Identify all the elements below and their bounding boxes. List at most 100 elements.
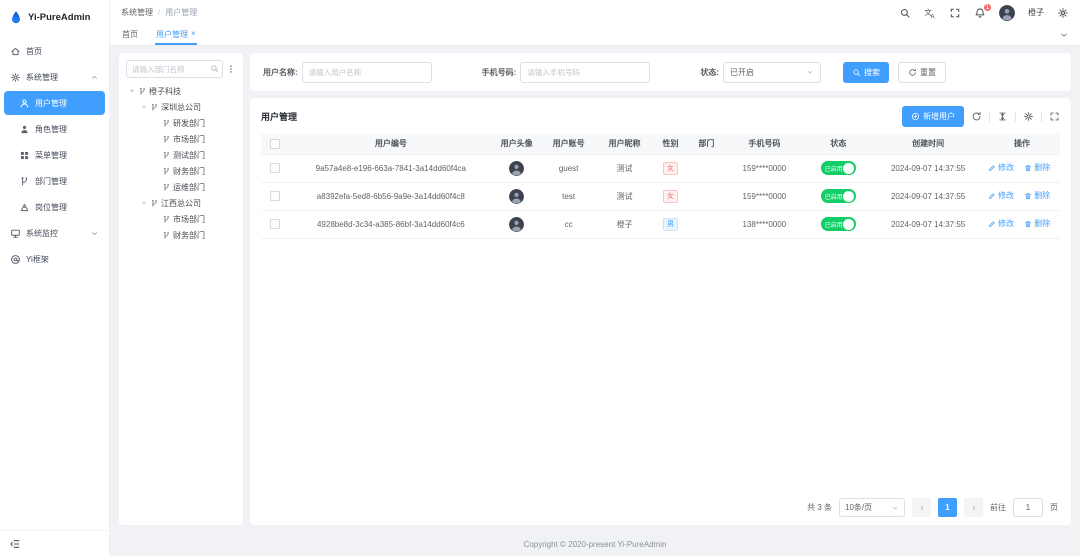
delete-button[interactable]: 删除 bbox=[1024, 218, 1050, 229]
app-logo[interactable]: Yi-PureAdmin bbox=[0, 0, 109, 34]
monitor-icon bbox=[10, 228, 21, 239]
sidebar-item[interactable]: 系统管理 bbox=[0, 65, 109, 89]
delete-button[interactable]: 删除 bbox=[1024, 162, 1050, 173]
edit-button[interactable]: 修改 bbox=[988, 218, 1014, 229]
sidebar-item[interactable]: 首页 bbox=[0, 39, 109, 63]
dept-tree-panel: 橙子科技 深圳总公司 研发部门 市场部门 测试部门 财务部门 bbox=[119, 53, 243, 525]
chevron-right-icon bbox=[970, 504, 978, 512]
prev-page-button[interactable] bbox=[912, 498, 931, 517]
column-header: 性别 bbox=[652, 134, 688, 154]
username-input[interactable] bbox=[302, 62, 432, 83]
tab[interactable]: 首页 bbox=[121, 25, 139, 45]
status-toggle[interactable]: 已启用 bbox=[821, 161, 856, 175]
phone-cell: 138****0000 bbox=[724, 210, 804, 238]
tab[interactable]: 用户管理 × bbox=[155, 25, 197, 45]
status-label: 状态: bbox=[700, 67, 719, 78]
status-toggle[interactable]: 已启用 bbox=[821, 217, 856, 231]
next-page-button[interactable] bbox=[964, 498, 983, 517]
chevron-up-icon bbox=[90, 73, 99, 82]
bell-icon[interactable]: 1 bbox=[974, 7, 986, 19]
filter-bar: 用户名称: 手机号码: 状态: 已开启 搜索 重置 bbox=[250, 53, 1071, 91]
page-size-select[interactable]: 10条/页 bbox=[839, 498, 905, 517]
tree-node[interactable]: 财务部门 bbox=[126, 163, 236, 179]
tree-node[interactable]: 测试部门 bbox=[126, 147, 236, 163]
table-row: 4928be8d-3c34-a385-86bf-3a14dd60f4c6 cc … bbox=[261, 210, 1060, 238]
dept-cell bbox=[688, 210, 724, 238]
phone-input[interactable] bbox=[520, 62, 650, 83]
search-button[interactable]: 搜索 bbox=[843, 62, 889, 83]
svg-text:A: A bbox=[930, 14, 934, 19]
column-header: 创建时间 bbox=[872, 134, 984, 154]
user-icon bbox=[19, 98, 30, 109]
tree-node[interactable]: 财务部门 bbox=[126, 227, 236, 243]
more-options-icon[interactable] bbox=[226, 64, 236, 74]
divider bbox=[989, 112, 990, 122]
created-cell: 2024-09-07 14:37:55 bbox=[872, 182, 984, 210]
tree-node[interactable]: 市场部门 bbox=[126, 211, 236, 227]
tree-node[interactable]: 橙子科技 bbox=[126, 83, 236, 99]
divider bbox=[1015, 112, 1016, 122]
caret-down-icon bbox=[140, 199, 148, 207]
tabs-menu-chevron-icon[interactable] bbox=[1059, 30, 1069, 40]
nickname-cell: 测试 bbox=[597, 154, 653, 182]
row-checkbox[interactable] bbox=[270, 191, 280, 201]
tree-node[interactable]: 市场部门 bbox=[126, 131, 236, 147]
tree-node[interactable]: 研发部门 bbox=[126, 115, 236, 131]
collapse-sidebar-icon[interactable] bbox=[9, 538, 21, 550]
edit-button[interactable]: 修改 bbox=[988, 190, 1014, 201]
page-number-button[interactable]: 1 bbox=[938, 498, 957, 517]
settings-gear-icon[interactable] bbox=[1057, 7, 1069, 19]
gender-tag: 女 bbox=[663, 190, 678, 203]
dept-icon bbox=[162, 183, 171, 192]
column-header: 操作 bbox=[984, 134, 1060, 154]
breadcrumb-item[interactable]: 系统管理 bbox=[121, 7, 153, 18]
goto-page-input[interactable] bbox=[1013, 498, 1043, 517]
copyright-text: Copyright © 2020-present Yi-PureAdmin bbox=[524, 540, 667, 549]
translate-icon[interactable]: 文A bbox=[924, 7, 936, 19]
add-user-button[interactable]: 新增用户 bbox=[902, 106, 964, 127]
phone-cell: 159****0000 bbox=[724, 154, 804, 182]
row-checkbox[interactable] bbox=[270, 163, 280, 173]
sidebar-item[interactable]: 岗位管理 bbox=[0, 195, 109, 219]
user-avatar[interactable] bbox=[999, 5, 1015, 21]
gear-icon bbox=[10, 72, 21, 83]
sidebar-item[interactable]: Yi框架 bbox=[0, 247, 109, 271]
dept-icon bbox=[162, 151, 171, 160]
edit-button[interactable]: 修改 bbox=[988, 162, 1014, 173]
tree-node[interactable]: 运维部门 bbox=[126, 179, 236, 195]
status-toggle[interactable]: 已启用 bbox=[821, 189, 856, 203]
refresh-icon[interactable] bbox=[971, 111, 982, 122]
sidebar-menu: 首页 系统管理 用户管理 角色管理 菜单管理 部门管理 岗位管理 系统监控 Yi… bbox=[0, 34, 109, 530]
tree-node[interactable]: 江西总公司 bbox=[126, 195, 236, 211]
search-icon bbox=[852, 68, 861, 77]
sidebar-item[interactable]: 部门管理 bbox=[0, 169, 109, 193]
column-header: 手机号码 bbox=[724, 134, 804, 154]
sidebar-item[interactable]: 菜单管理 bbox=[0, 143, 109, 167]
row-checkbox[interactable] bbox=[270, 219, 280, 229]
sidebar-footer bbox=[0, 530, 109, 556]
at-icon bbox=[10, 254, 21, 265]
phone-label: 手机号码: bbox=[482, 67, 517, 78]
column-settings-icon[interactable] bbox=[1023, 111, 1034, 122]
status-select[interactable]: 已开启 bbox=[723, 62, 821, 83]
dept-icon bbox=[19, 176, 30, 187]
sidebar-item[interactable]: 系统监控 bbox=[0, 221, 109, 245]
delete-button[interactable]: 删除 bbox=[1024, 190, 1050, 201]
fullscreen-icon[interactable] bbox=[949, 7, 961, 19]
sidebar-item[interactable]: 角色管理 bbox=[0, 117, 109, 141]
column-header: 部门 bbox=[688, 134, 724, 154]
reset-button[interactable]: 重置 bbox=[898, 62, 946, 83]
tree-node[interactable]: 深圳总公司 bbox=[126, 99, 236, 115]
edit-icon bbox=[988, 220, 996, 228]
fullscreen-icon[interactable] bbox=[1049, 111, 1060, 122]
account-cell: test bbox=[541, 182, 597, 210]
density-icon[interactable] bbox=[997, 111, 1008, 122]
post-icon bbox=[19, 202, 30, 213]
search-icon[interactable] bbox=[899, 7, 911, 19]
close-icon[interactable]: × bbox=[191, 30, 196, 38]
sidebar-item[interactable]: 用户管理 bbox=[4, 91, 105, 115]
chevron-down-icon bbox=[806, 68, 814, 76]
user-name[interactable]: 橙子 bbox=[1028, 7, 1044, 18]
dept-search-input[interactable] bbox=[126, 60, 223, 78]
select-all-checkbox[interactable] bbox=[270, 139, 280, 149]
